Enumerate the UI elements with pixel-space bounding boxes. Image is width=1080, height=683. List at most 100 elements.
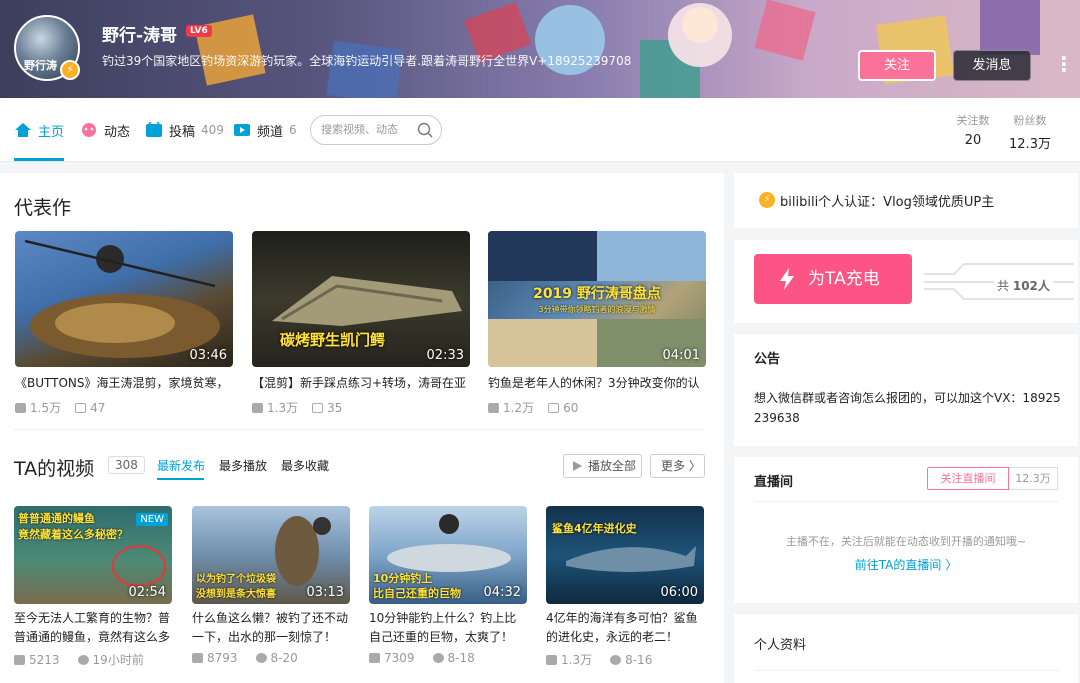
video-title[interactable]: 【混剪】新手踩点练习+转场，涛哥在亚 [252, 374, 470, 391]
play-count: 7309 [369, 651, 415, 665]
video-duration: 06:00 [660, 585, 698, 600]
play-icon [15, 402, 26, 413]
thumbnail-overlay-subtext: 比自己还重的巨物 [373, 587, 461, 600]
play-icon [252, 402, 263, 413]
video-thumbnail[interactable]: 鲨鱼4亿年进化史 06:00 [546, 506, 704, 604]
tab-most-favorited[interactable]: 最多收藏 [281, 457, 329, 474]
tab-latest[interactable]: 最新发布 [157, 457, 205, 474]
videos-count: 308 [108, 456, 145, 474]
profile-title: 个人资料 [754, 638, 807, 653]
masterpiece-card[interactable]: 碳烤野生凯门鳄 02:33 【混剪】新手踩点练习+转场，涛哥在亚 1.3万 35 [252, 231, 470, 416]
thumbnail-overlay-subtext: 没想到是条大惊喜 [196, 589, 276, 600]
danmaku-icon [75, 402, 87, 413]
tab-posts[interactable]: 投稿 409 [145, 98, 224, 162]
video-thumbnail[interactable]: 03:46 [15, 231, 233, 367]
charge-box: 为TA充电 共 102人 [734, 240, 1078, 323]
masterpiece-card[interactable]: 03:46 《BUTTONS》海王涛混剪，家境贫寒， 1.5万 47 [15, 231, 233, 416]
play-icon [488, 402, 499, 413]
charge-button[interactable]: 为TA充电 [754, 254, 912, 304]
go-live-room-link[interactable]: 前往TA的直播间 〉 [734, 556, 1078, 573]
thumbnail-overlay-text: 碳烤野生凯门鳄 [280, 331, 386, 349]
video-title[interactable]: 10分钟能钓上什么？钓上比自己还重的巨物，太爽了！ [369, 609, 527, 647]
publish-date: 19小时前 [77, 651, 144, 668]
play-icon [369, 653, 380, 663]
live-title: 直播间 [754, 475, 794, 490]
clock-icon [610, 654, 622, 665]
video-thumbnail[interactable]: 以为钓了个垃圾袋 没想到是条大惊喜 03:13 [192, 506, 350, 604]
video-thumbnail[interactable]: 2019 野行涛哥盘点 3分钟带你领略钓者的浪漫与激情 04:01 [488, 231, 706, 367]
video-meta: 7309 8-18 [369, 651, 527, 665]
videos-title: TA的视频 [14, 458, 95, 480]
section-divider [14, 429, 704, 430]
masterpiece-card[interactable]: 2019 野行涛哥盘点 3分钟带你领略钓者的浪漫与激情 04:01 钓鱼是老年人… [488, 231, 706, 416]
video-card[interactable]: 以为钓了个垃圾袋 没想到是条大惊喜 03:13 什么鱼这么懒？被钓了还不动一下，… [192, 506, 350, 665]
video-title[interactable]: 钓鱼是老年人的休闲？3分钟改变你的认 [488, 374, 706, 391]
profile-info-box: 个人资料 [734, 614, 1078, 683]
videos-tab-indicator [157, 478, 204, 480]
following-stat[interactable]: 关注数 20 [953, 112, 993, 148]
level-badge: LV6 [186, 25, 212, 37]
play-count: 5213 [14, 651, 60, 668]
play-all-button[interactable]: 播放全部 [563, 454, 642, 478]
video-thumbnail[interactable]: 碳烤野生凯门鳄 02:33 [252, 231, 470, 367]
clock-icon [432, 653, 444, 663]
danmaku-icon [548, 402, 560, 413]
video-meta: 1.3万 8-16 [546, 651, 704, 668]
tab-channels[interactable]: 频道 6 [233, 98, 297, 162]
tab-dynamic-label: 动态 [104, 124, 131, 140]
video-card[interactable]: 鲨鱼4亿年进化史 06:00 4亿年的海洋有多可怕？鲨鱼的进化史，永远的老二！ … [546, 506, 704, 668]
follow-live-button[interactable]: 关注直播间 [927, 467, 1009, 490]
video-title[interactable]: 4亿年的海洋有多可怕？鲨鱼的进化史，永远的老二！ [546, 609, 704, 647]
publish-date: 8-20 [255, 651, 298, 665]
tab-home[interactable]: 主页 [14, 98, 64, 162]
play-count: 1.3万 [252, 399, 298, 416]
more-options-icon[interactable]: ⋮ [1054, 52, 1074, 76]
more-videos-button[interactable]: 更多 〉 [650, 454, 705, 478]
posts-icon [146, 122, 162, 137]
video-card[interactable]: 10分钟钓上 比自己还重的巨物 04:32 10分钟能钓上什么？钓上比自己还重的… [369, 506, 527, 665]
posts-count: 409 [201, 123, 224, 137]
search-icon[interactable] [417, 122, 433, 138]
video-card[interactable]: NEW 普普通通的鳗鱼 竟然藏着这么多秘密？ 02:54 至今无法人工繁育的生物… [14, 506, 172, 668]
video-meta: 5213 19小时前 [14, 651, 172, 668]
play-icon [573, 461, 582, 471]
video-title[interactable]: 《BUTTONS》海王涛混剪，家境贫寒， [15, 374, 233, 391]
live-follow-count: 12.3万 [1009, 467, 1058, 490]
video-thumbnail[interactable]: 10分钟钓上 比自己还重的巨物 04:32 [369, 506, 527, 604]
fans-value: 12.3万 [1009, 137, 1051, 152]
thumbnail-overlay-subtext: 3分钟带你领略钓者的浪漫与激情 [538, 305, 656, 314]
banner-artwork [194, 0, 1040, 98]
video-title[interactable]: 至今无法人工繁育的生物？普普通通的鳗鱼，竟然有这么多 [14, 609, 172, 647]
play-count: 1.5万 [15, 399, 61, 416]
verification-text: bilibili个人认证：Vlog领域优质UP主 [780, 195, 995, 210]
play-count: 1.2万 [488, 399, 534, 416]
tab-dynamic[interactable]: 动态 [80, 98, 130, 162]
follow-button[interactable]: 关注 [858, 50, 936, 81]
following-label: 关注数 [956, 114, 990, 127]
tab-most-played[interactable]: 最多播放 [219, 457, 267, 474]
verification-box: ⚡ bilibili个人认证：Vlog领域优质UP主 [734, 173, 1078, 228]
dynamic-icon [82, 123, 96, 137]
verified-icon: ⚡ [759, 192, 775, 208]
charge-count: 共 102人 [994, 277, 1053, 294]
video-meta: 1.2万 60 [488, 399, 706, 416]
search-input[interactable]: 搜索视频、动态 [310, 115, 442, 145]
tab-channels-label: 频道 [257, 124, 284, 140]
thumbnail-overlay-text: 以为钓了个垃圾袋 [196, 574, 276, 585]
notice-title: 公告 [754, 352, 781, 367]
tab-home-label: 主页 [38, 124, 65, 140]
main-panel: 代表作 03:46 《BUTTONS》海王涛混剪，家境贫寒， 1.5万 47 碳… [0, 173, 724, 683]
video-thumbnail[interactable]: NEW 普普通通的鳗鱼 竟然藏着这么多秘密？ 02:54 [14, 506, 172, 604]
tab-posts-label: 投稿 [169, 124, 196, 140]
channels-icon [234, 124, 250, 136]
profile-divider [754, 670, 1058, 671]
video-title[interactable]: 什么鱼这么懒？被钓了还不动一下，出水的那一刻惊了！ [192, 609, 350, 647]
masterpieces-title: 代表作 [14, 197, 72, 219]
fans-label: 粉丝数 [1013, 114, 1047, 127]
search-placeholder: 搜索视频、动态 [321, 123, 398, 136]
message-button[interactable]: 发消息 [953, 50, 1031, 81]
fans-stat[interactable]: 粉丝数 12.3万 [1008, 112, 1052, 152]
live-offline-tip: 主播不在，关注后就能在动态收到开播的通知哦~ [785, 535, 1027, 548]
publish-date: 8-16 [610, 651, 652, 668]
notice-box: 公告 想入微信群或者咨询怎么报团的，可以加这个VX：18925239638 [734, 334, 1078, 446]
